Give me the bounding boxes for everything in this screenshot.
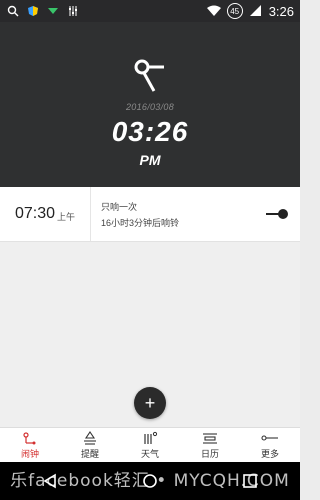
bottom-tabbar: 闹钟 提醒 天气 日历 更多 (0, 427, 300, 463)
alarm-time: 07:30 (14, 205, 56, 222)
battery-badge: 45 (226, 3, 243, 19)
back-icon[interactable] (41, 472, 59, 490)
tab-weather[interactable]: 天气 (120, 428, 180, 463)
tab-label: 日历 (200, 449, 219, 459)
recents-icon[interactable] (241, 472, 259, 490)
tab-reminder[interactable]: 提醒 (60, 428, 120, 463)
reminder-icon (84, 431, 96, 445)
more-icon (261, 435, 278, 441)
tab-label: 天气 (140, 449, 159, 459)
tab-label: 闹钟 (20, 449, 39, 459)
signal-icon (249, 4, 263, 18)
status-bar: 45 3:26 (0, 0, 300, 22)
status-right: 45 3:26 (206, 3, 294, 19)
toggle-knob (278, 209, 288, 219)
shield-app-icon (26, 4, 40, 18)
tab-alarm[interactable]: 闹钟 (0, 428, 60, 463)
alarm-item[interactable]: 07:30 上午 只响一次 16小时3分钟后响铃 (0, 187, 300, 242)
weather-icon (144, 431, 158, 444)
wifi-icon (206, 4, 221, 18)
current-ampm: PM (139, 152, 161, 168)
tab-label: 提醒 (80, 449, 99, 459)
alarm-period: 上午 (57, 211, 76, 222)
search-icon (6, 4, 20, 18)
calendar-icon (203, 433, 217, 444)
tab-label: 更多 (260, 449, 279, 459)
tab-more[interactable]: 更多 (240, 428, 300, 463)
current-date: 2016/03/08 (125, 102, 175, 112)
alarm-time-block: 07:30 上午 (0, 187, 91, 241)
add-alarm-button[interactable]: + (134, 387, 166, 419)
current-time: 03:26 (111, 116, 189, 147)
home-icon[interactable] (141, 472, 159, 490)
alarm-icon (23, 432, 36, 445)
clock-hero: 2016/03/08 03:26 PM (0, 22, 300, 187)
status-left (6, 4, 80, 18)
download-app-icon (46, 4, 60, 18)
status-time: 3:26 (268, 3, 294, 19)
alarm-toggle[interactable] (266, 208, 288, 220)
equalizer-icon (66, 4, 80, 18)
alarm-logo-icon (134, 59, 164, 92)
tab-calendar[interactable]: 日历 (180, 428, 240, 463)
system-nav-bar (0, 462, 300, 500)
